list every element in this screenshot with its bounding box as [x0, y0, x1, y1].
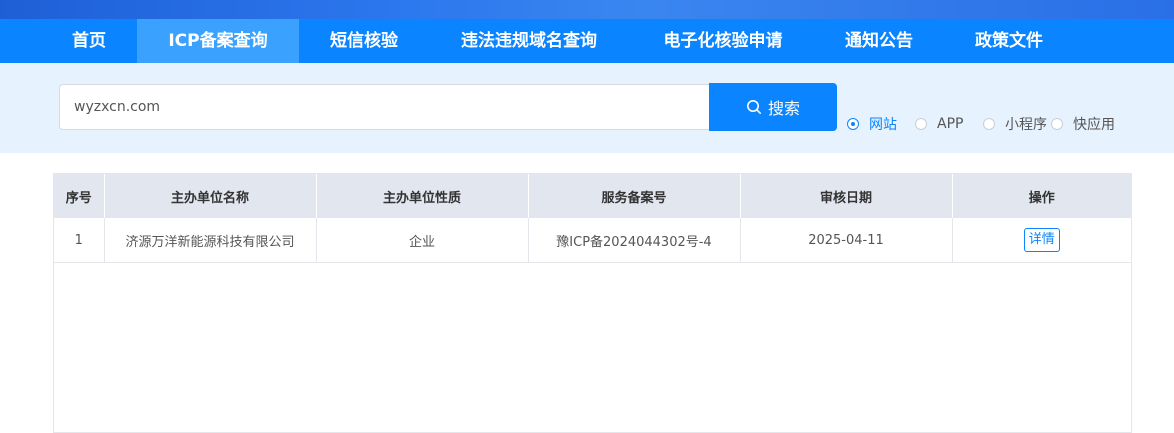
nav-item-sms-verify[interactable]: 短信核验 — [313, 19, 415, 63]
column-header-record-no: 服务备案号 — [528, 174, 741, 218]
radio-checked-icon — [847, 118, 859, 130]
radio-quick-app[interactable]: 快应用 — [1051, 116, 1115, 133]
table-header-row: 序号 主办单位名称 主办单位性质 服务备案号 审核日期 操作 — [54, 174, 1131, 218]
column-header-action: 操作 — [952, 174, 1131, 218]
main-nav: 首页 ICP备案查询 短信核验 违法违规域名查询 电子化核验申请 通知公告 政策… — [0, 19, 1174, 63]
radio-mini-program-label: 小程序 — [1005, 117, 1047, 133]
radio-unchecked-icon — [1051, 118, 1063, 130]
column-header-unit-name: 主办单位名称 — [104, 174, 317, 218]
column-header-index: 序号 — [54, 174, 105, 218]
cell-review-date: 2025-04-11 — [740, 218, 953, 263]
cell-action: 详情 — [952, 218, 1131, 263]
nav-item-policy-docs[interactable]: 政策文件 — [958, 19, 1060, 63]
nav-item-icp-query[interactable]: ICP备案查询 — [137, 19, 299, 63]
radio-app-label: APP — [937, 116, 964, 132]
cell-unit-nature: 企业 — [316, 218, 529, 263]
table-row: 1 济源万洋新能源科技有限公司 企业 豫ICP备2024044302号-4 20… — [54, 218, 1131, 263]
radio-website[interactable]: 网站 — [847, 116, 897, 133]
nav-item-notices[interactable]: 通知公告 — [828, 19, 930, 63]
search-button[interactable]: 搜索 — [709, 83, 837, 131]
search-area: 搜索 网站 APP 小程序 快应用 — [0, 63, 1174, 153]
radio-website-label: 网站 — [869, 117, 897, 133]
top-banner — [0, 0, 1174, 19]
detail-button[interactable]: 详情 — [1023, 228, 1060, 252]
column-header-review-date: 审核日期 — [740, 174, 953, 218]
nav-item-home[interactable]: 首页 — [52, 19, 126, 63]
results-table-container: 序号 主办单位名称 主办单位性质 服务备案号 审核日期 操作 1 济源万洋新能源… — [53, 173, 1132, 433]
column-header-unit-nature: 主办单位性质 — [316, 174, 529, 218]
radio-mini-program[interactable]: 小程序 — [983, 116, 1047, 133]
search-input[interactable] — [59, 84, 709, 130]
search-icon — [746, 100, 761, 114]
radio-app[interactable]: APP — [915, 116, 963, 132]
cell-record-no: 豫ICP备2024044302号-4 — [528, 218, 741, 263]
radio-unchecked-icon — [983, 118, 995, 130]
nav-item-illegal-domain[interactable]: 违法违规域名查询 — [440, 19, 618, 63]
cell-index: 1 — [54, 218, 105, 263]
radio-unchecked-icon — [915, 118, 927, 130]
nav-item-e-verify-apply[interactable]: 电子化核验申请 — [645, 19, 801, 63]
results-table: 序号 主办单位名称 主办单位性质 服务备案号 审核日期 操作 1 济源万洋新能源… — [54, 174, 1131, 263]
radio-quick-app-label: 快应用 — [1073, 117, 1115, 133]
cell-unit-name: 济源万洋新能源科技有限公司 — [104, 218, 317, 263]
search-button-label: 搜索 — [767, 99, 800, 118]
